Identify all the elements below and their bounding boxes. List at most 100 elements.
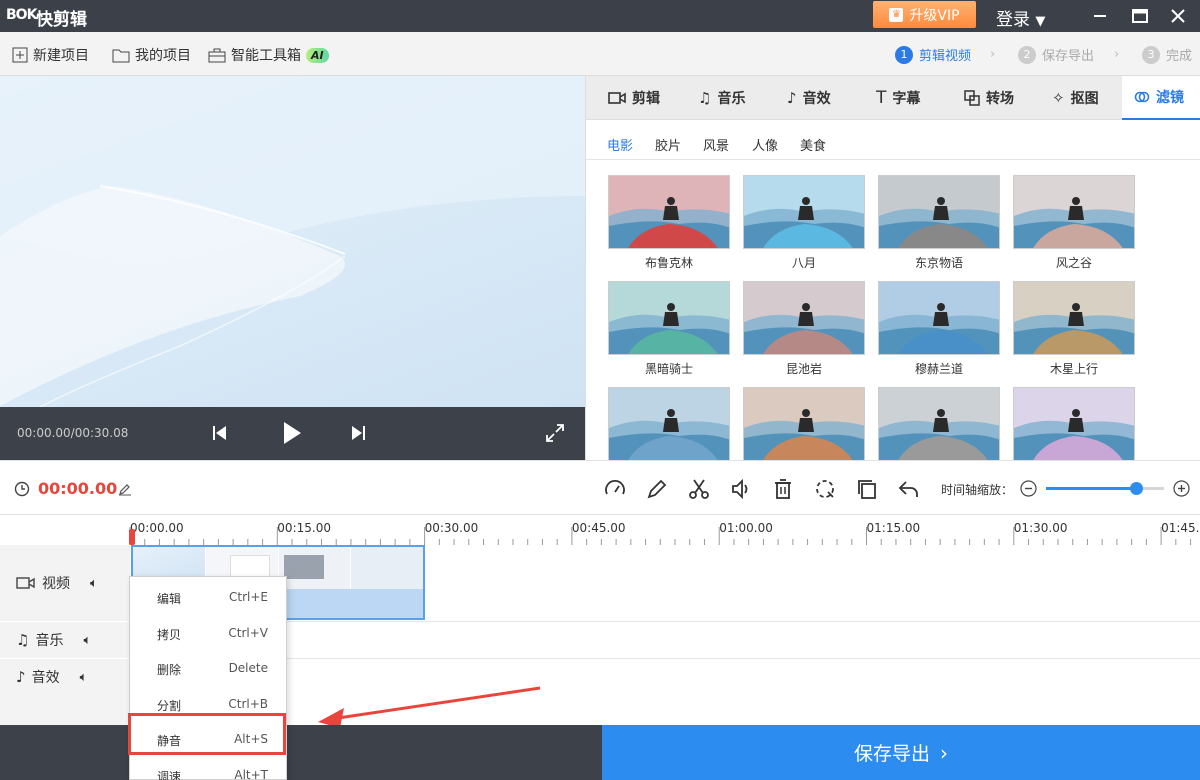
login-button[interactable]: 登录 ▼ bbox=[996, 5, 1045, 30]
copy-icon[interactable] bbox=[855, 477, 879, 501]
tab-edit[interactable]: 剪辑 bbox=[608, 76, 660, 120]
folder-icon bbox=[112, 49, 130, 63]
vip-label: 升级VIP bbox=[909, 7, 960, 24]
video-preview[interactable] bbox=[0, 76, 585, 407]
category-portrait[interactable]: 人像 bbox=[752, 135, 778, 154]
tab-music[interactable]: ♫ 音乐 bbox=[698, 76, 745, 120]
context-menu-item[interactable]: 拷贝 Ctrl+V bbox=[130, 616, 288, 650]
filter-thumbnail bbox=[743, 281, 865, 355]
step-label: 完成 bbox=[1166, 49, 1193, 64]
step-edit-video[interactable]: 1 剪辑视频 bbox=[895, 45, 971, 64]
filter-item[interactable]: 八月 bbox=[743, 175, 865, 271]
filter-item[interactable]: 东京物语 bbox=[878, 175, 1000, 271]
filter-item[interactable]: 黑暗骑士 bbox=[608, 281, 730, 377]
filter-thumbnail bbox=[743, 387, 865, 460]
zoom-slider[interactable] bbox=[1046, 482, 1164, 495]
category-film[interactable]: 胶片 bbox=[655, 135, 681, 154]
toolbox-icon bbox=[208, 48, 226, 63]
menu-item-shortcut: Ctrl+E bbox=[229, 590, 268, 604]
filter-item[interactable] bbox=[1013, 387, 1135, 460]
tab-label: 滤镜 bbox=[1156, 90, 1184, 106]
context-menu-item[interactable]: 调速 Alt+T bbox=[130, 758, 288, 780]
upgrade-vip-button[interactable]: ♛ 升级VIP bbox=[873, 1, 976, 28]
filter-item[interactable]: 木星上行 bbox=[1013, 281, 1135, 377]
track-label: 音效 bbox=[31, 670, 60, 686]
video-camera-icon bbox=[16, 577, 35, 589]
zoom-label: 时间轴缩放： bbox=[941, 483, 1014, 497]
new-project-button[interactable]: 新建项目 bbox=[12, 45, 89, 65]
context-menu-item[interactable]: 编辑 Ctrl+E bbox=[130, 580, 288, 614]
volume-icon[interactable]: 🔈︎ bbox=[83, 633, 91, 648]
close-icon[interactable] bbox=[1166, 4, 1190, 28]
step-finish[interactable]: 3 完成 bbox=[1142, 45, 1192, 64]
tab-subtitles[interactable]: T 字幕 bbox=[876, 76, 920, 120]
pencil-icon[interactable] bbox=[645, 477, 669, 501]
menu-item-label: 编辑 bbox=[157, 592, 182, 606]
volume-icon[interactable]: 🔈︎ bbox=[90, 576, 98, 591]
tab-cutout[interactable]: ✧ 抠图 bbox=[1052, 76, 1099, 120]
zoom-in-icon[interactable] bbox=[1173, 480, 1190, 497]
transition-icon bbox=[964, 90, 980, 106]
tab-label: 转场 bbox=[986, 91, 1014, 107]
fullscreen-icon[interactable] bbox=[544, 422, 566, 444]
context-menu-item[interactable]: 删除 Delete bbox=[130, 651, 288, 685]
smart-toolbox-button[interactable]: 智能工具箱 AI bbox=[208, 45, 329, 65]
edit-time-icon[interactable] bbox=[118, 482, 132, 496]
filter-label: 布鲁克林 bbox=[644, 256, 693, 270]
playback-bar: 00:00.00/00:30.08 bbox=[0, 407, 585, 460]
save-export-button[interactable]: 保存导出 › bbox=[602, 725, 1200, 780]
zoom-out-icon[interactable] bbox=[1020, 480, 1037, 497]
preview-frame-image bbox=[0, 76, 585, 407]
undo-icon[interactable] bbox=[897, 477, 921, 501]
filter-item[interactable]: 风之谷 bbox=[1013, 175, 1135, 271]
clip-thumbnail bbox=[278, 547, 352, 589]
filter-item[interactable] bbox=[878, 387, 1000, 460]
zoom-slider-fill bbox=[1046, 487, 1136, 490]
play-icon[interactable] bbox=[280, 420, 304, 446]
scissors-icon[interactable] bbox=[687, 477, 711, 501]
track-label: 视频 bbox=[42, 576, 70, 592]
filter-item[interactable] bbox=[608, 387, 730, 460]
category-movie[interactable]: 电影 bbox=[607, 135, 633, 154]
tab-sound-effects[interactable]: ♪ 音效 bbox=[787, 76, 831, 120]
filter-item[interactable]: 昆池岩 bbox=[743, 281, 865, 377]
crown-icon: ♛ bbox=[889, 7, 904, 22]
my-projects-button[interactable]: 我的项目 bbox=[112, 45, 191, 65]
skip-back-icon[interactable] bbox=[210, 423, 230, 443]
crop-icon[interactable] bbox=[813, 477, 837, 501]
menu-item-label: 分割 bbox=[157, 698, 182, 713]
filter-item[interactable]: 布鲁克林 bbox=[608, 175, 730, 271]
video-camera-icon bbox=[608, 92, 626, 104]
playhead-marker[interactable] bbox=[129, 529, 135, 545]
magic-wand-icon: ✧ bbox=[1052, 89, 1065, 107]
category-food[interactable]: 美食 bbox=[800, 135, 826, 154]
current-time: 00:00.00 bbox=[38, 479, 118, 498]
playback-time: 00:00.00/00:30.08 bbox=[17, 426, 129, 440]
zoom-slider-handle[interactable] bbox=[1129, 482, 1143, 495]
login-label: 登录 bbox=[996, 10, 1030, 30]
tab-transitions[interactable]: 转场 bbox=[964, 76, 1014, 120]
maximize-icon[interactable] bbox=[1128, 4, 1152, 28]
save-export-label: 保存导出 bbox=[853, 743, 930, 765]
timeline-ruler[interactable]: 00:00.00 00:15.00 00:30.00 00:45.00 01:00.00… bbox=[0, 515, 1200, 545]
category-scenery[interactable]: 风景 bbox=[703, 135, 729, 154]
filter-item[interactable] bbox=[743, 387, 865, 460]
chevron-right-icon: › bbox=[990, 47, 996, 62]
resource-tabs: 剪辑 ♫ 音乐 ♪ 音效 T 字幕 转场 ✧ 抠图 滤镜 bbox=[586, 76, 1200, 120]
tab-label: 音乐 bbox=[717, 91, 746, 107]
filter-item[interactable]: 穆赫兰道 bbox=[878, 281, 1000, 377]
tab-filters[interactable]: 滤镜 bbox=[1122, 76, 1200, 120]
ruler-tick-label: 01:15.00 bbox=[866, 521, 921, 535]
volume-icon[interactable]: 🔈︎ bbox=[80, 670, 88, 685]
trash-icon[interactable] bbox=[771, 477, 795, 501]
filter-label: 穆赫兰道 bbox=[914, 362, 963, 376]
skip-forward-icon[interactable] bbox=[348, 423, 368, 443]
speed-icon[interactable] bbox=[603, 477, 627, 501]
app-logo: BOK bbox=[6, 7, 37, 23]
step-save-export[interactable]: 2 保存导出 bbox=[1018, 45, 1094, 64]
volume-icon[interactable] bbox=[729, 477, 753, 501]
minimize-icon[interactable] bbox=[1088, 4, 1112, 28]
tab-label: 抠图 bbox=[1070, 91, 1099, 107]
filter-thumbnail bbox=[1013, 281, 1135, 355]
step-number: 2 bbox=[1018, 45, 1036, 64]
